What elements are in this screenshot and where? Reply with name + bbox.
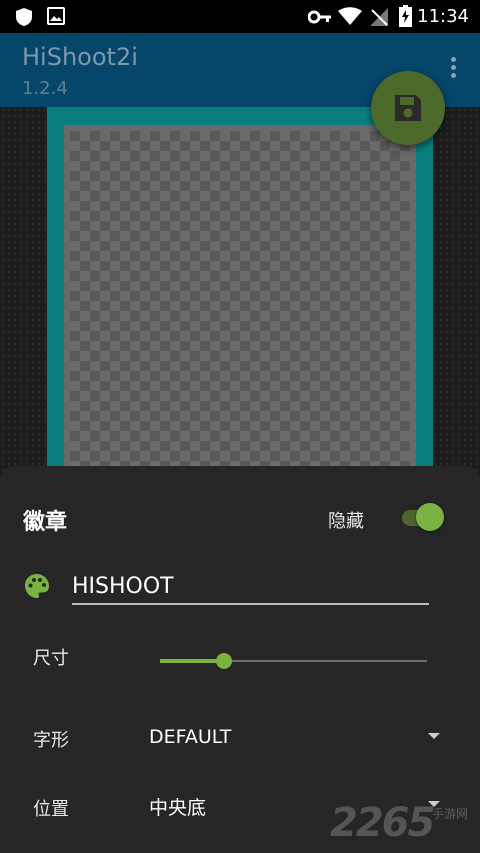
badge-settings-sheet: 徽章 隐藏 尺寸 字形 DEFAULT 位置 中央底	[0, 466, 480, 853]
hide-label: 隐藏	[328, 511, 364, 532]
app-version: 1.2.4	[22, 78, 68, 99]
badge-text-input[interactable]	[72, 569, 429, 605]
sheet-title: 徽章	[23, 510, 68, 535]
slider-fill	[160, 659, 225, 663]
key-icon	[307, 9, 332, 28]
save-button[interactable]	[371, 71, 445, 145]
wifi-icon	[338, 7, 362, 30]
position-label: 位置	[33, 799, 69, 820]
app-title: HiShoot2i	[22, 43, 138, 71]
no-signal-icon	[369, 7, 389, 31]
screenshot-placeholder[interactable]	[70, 131, 410, 485]
position-value: 中央底	[149, 797, 207, 819]
image-icon	[47, 7, 65, 29]
save-icon	[395, 95, 421, 121]
watermark-sub: 手游网	[432, 807, 469, 821]
palette-icon[interactable]	[24, 573, 50, 603]
battery-charging-icon	[399, 5, 412, 31]
status-time: 11:34	[417, 6, 469, 27]
toggle-thumb	[416, 503, 444, 531]
dropdown-arrow-icon	[428, 733, 440, 739]
slider-thumb[interactable]	[216, 653, 233, 669]
font-value: DEFAULT	[149, 726, 232, 748]
size-label: 尺寸	[33, 648, 69, 669]
shield-icon	[15, 7, 33, 31]
status-bar: 11:34	[0, 0, 480, 33]
watermark-logo: 2265	[330, 800, 435, 846]
font-label: 字形	[33, 730, 69, 751]
more-vert-icon[interactable]	[448, 57, 458, 85]
